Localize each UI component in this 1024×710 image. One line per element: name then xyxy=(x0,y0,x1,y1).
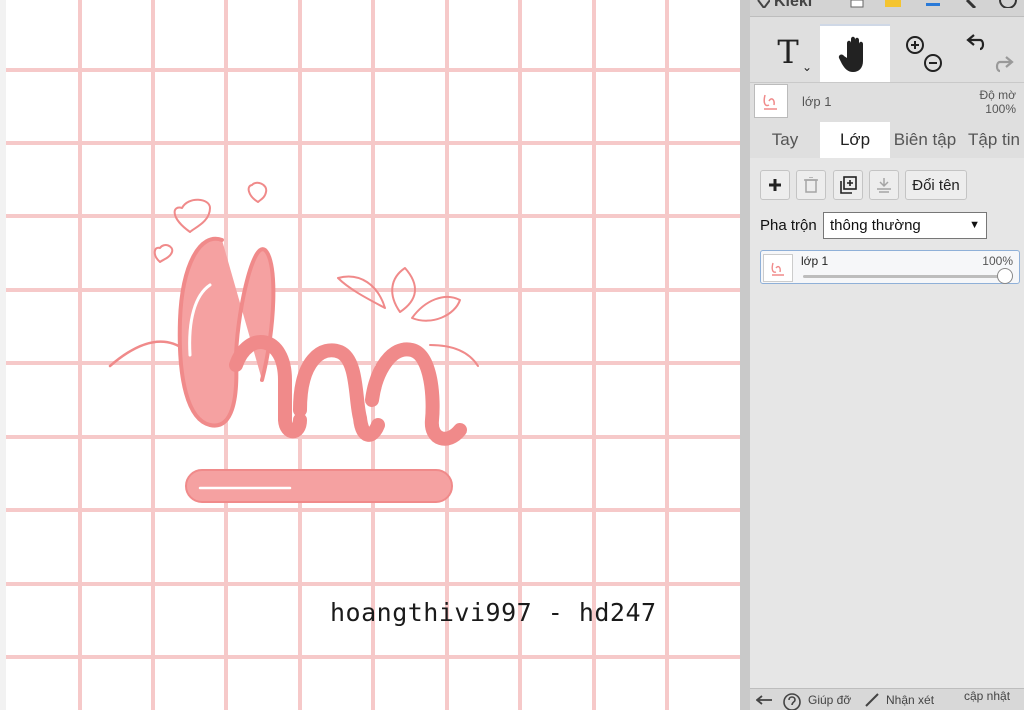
zoom-icons xyxy=(906,36,942,72)
top-bar: Kleki xyxy=(750,0,1024,17)
layer-list-item[interactable]: lớp 1 100% xyxy=(760,250,1020,284)
tab-edit[interactable]: Biên tập xyxy=(890,122,960,158)
help-icon xyxy=(783,693,801,710)
panel-divider[interactable] xyxy=(740,0,750,710)
tool-panel: Kleki T ⌄ lớp 1 Độ mờ 100% Tay Lớp Biên … xyxy=(750,0,1024,710)
blend-mode-value: thông thường xyxy=(830,217,921,234)
watermark-text: hoangthivi997 - hd247 xyxy=(330,598,657,627)
back-icon[interactable] xyxy=(756,0,770,8)
feedback-link[interactable]: Nhận xét xyxy=(886,693,934,707)
opacity-value: 100% xyxy=(985,102,1016,116)
tab-hand[interactable]: Tay xyxy=(750,122,820,158)
layer-row-name: lớp 1 xyxy=(801,254,829,268)
layer-opacity-slider[interactable] xyxy=(803,275,1003,278)
plus-icon xyxy=(769,179,781,191)
text-tool-icon: T xyxy=(777,33,799,71)
hand-tool-button[interactable] xyxy=(820,24,890,82)
folder-icon[interactable] xyxy=(884,0,902,8)
duplicate-icon xyxy=(840,176,857,194)
blend-mode-label: Pha trộn xyxy=(760,217,817,234)
zoom-in-icon[interactable] xyxy=(906,36,924,54)
bottom-bar: Giúp đỡ Nhận xét cập nhật xyxy=(750,688,1024,710)
trash-icon xyxy=(804,177,818,193)
zoom-tool-group xyxy=(892,24,952,80)
layer-row-thumbnail-image xyxy=(771,262,784,276)
info-icon[interactable] xyxy=(998,0,1018,8)
pen-icon xyxy=(865,693,879,707)
text-tool-button[interactable]: T ⌄ xyxy=(758,24,818,80)
layer-thumbnail-image xyxy=(763,94,777,110)
save-icon[interactable] xyxy=(924,0,942,8)
tab-layers[interactable]: Lớp xyxy=(820,122,890,158)
layer-opacity-slider-handle[interactable] xyxy=(997,268,1013,284)
merge-down-icon xyxy=(877,178,891,193)
chevron-down-icon: ▼ xyxy=(969,219,980,231)
undo-redo-group xyxy=(956,24,1022,80)
new-file-icon[interactable] xyxy=(850,0,864,8)
arrow-left-icon[interactable] xyxy=(756,695,772,705)
rename-layer-button[interactable]: Đổi tên xyxy=(905,170,967,200)
layer-thumbnail[interactable] xyxy=(754,84,788,118)
canvas-edge xyxy=(0,0,6,710)
layer-row-opacity: 100% xyxy=(982,254,1013,268)
tab-file[interactable]: Tập tin xyxy=(964,122,1024,158)
zoom-out-icon[interactable] xyxy=(924,54,942,72)
add-layer-button[interactable] xyxy=(760,170,790,200)
layer-row-thumbnail xyxy=(763,254,793,282)
drawing-canvas[interactable]: hoangthivi997 - hd247 xyxy=(0,0,740,710)
undo-redo-icons xyxy=(966,34,1014,73)
duplicate-layer-button[interactable] xyxy=(833,170,863,200)
tool-row: T ⌄ xyxy=(750,24,1024,83)
blend-mode-select[interactable]: thông thường ▼ xyxy=(823,212,987,239)
help-link[interactable]: Giúp đỡ xyxy=(808,693,851,707)
update-link[interactable]: cập nhật xyxy=(964,689,1010,703)
hand-icon xyxy=(838,36,863,72)
panel-tabs: Tay Lớp Biên tập Tập tin xyxy=(750,122,1024,158)
delete-layer-button[interactable] xyxy=(796,170,826,200)
app-logo[interactable]: Kleki xyxy=(774,0,812,11)
settings-icon[interactable] xyxy=(964,0,980,8)
merge-down-button[interactable] xyxy=(869,170,899,200)
undo-icon[interactable] xyxy=(966,34,985,51)
layer-name: lớp 1 xyxy=(802,94,832,109)
redo-icon[interactable] xyxy=(995,56,1014,73)
chevron-down-icon[interactable]: ⌄ xyxy=(802,60,812,74)
lettering-artwork xyxy=(108,181,479,503)
opacity-label: Độ mờ xyxy=(979,88,1016,102)
current-layer-info: lớp 1 Độ mờ 100% xyxy=(750,82,1024,122)
